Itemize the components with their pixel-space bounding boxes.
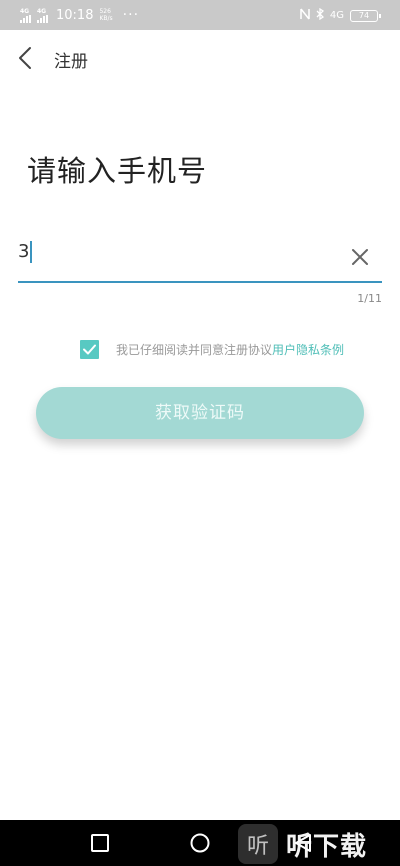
phone-heading: 请输入手机号 bbox=[27, 154, 208, 188]
circle-icon[interactable] bbox=[189, 832, 211, 854]
phone-input-field[interactable]: 3 bbox=[18, 233, 382, 283]
status-bar: 4G 4G 10:18 526 KB/s ··· 4G 74 bbox=[0, 0, 400, 30]
agree-checkbox[interactable] bbox=[80, 340, 99, 359]
speed-value: 526 bbox=[99, 8, 111, 15]
speed-unit: KB/s bbox=[99, 15, 113, 22]
signal-bars-icon bbox=[37, 14, 48, 23]
network-type-2: 4G bbox=[37, 7, 47, 15]
page-title: 注册 bbox=[54, 52, 88, 72]
more-notifications: ··· bbox=[122, 7, 140, 23]
nfc-icon bbox=[300, 8, 310, 23]
square-icon[interactable] bbox=[89, 832, 111, 854]
watermark: 听 听下载 bbox=[238, 822, 400, 866]
watermark-text: 听下载 bbox=[286, 831, 368, 862]
app-header: 注册 bbox=[0, 30, 400, 86]
get-verification-code-button[interactable]: 获取验证码 bbox=[36, 387, 364, 439]
phone-value: 3 bbox=[18, 241, 30, 262]
agreement-text: 我已仔细阅读并同意注册协议 bbox=[116, 343, 273, 357]
text-caret bbox=[30, 241, 33, 263]
signal-2: 4G bbox=[37, 8, 48, 23]
agreement-row: 我已仔细阅读并同意注册协议 用户隐私条例 bbox=[80, 340, 344, 359]
chevron-left-icon[interactable] bbox=[16, 46, 38, 70]
close-icon[interactable] bbox=[350, 247, 370, 267]
battery-icon: 74 bbox=[350, 9, 381, 22]
signal-1: 4G bbox=[20, 8, 31, 23]
char-counter: 1/11 bbox=[357, 292, 382, 305]
privacy-policy-link[interactable]: 用户隐私条例 bbox=[272, 341, 344, 358]
phone-input[interactable]: 3 bbox=[18, 241, 33, 263]
status-right: 4G 74 bbox=[300, 7, 381, 23]
network-type-right: 4G bbox=[329, 10, 344, 21]
battery-level: 74 bbox=[358, 10, 370, 20]
network-speed: 526 KB/s bbox=[99, 8, 112, 22]
clock: 10:18 bbox=[56, 7, 94, 23]
checkmark-icon bbox=[83, 344, 96, 355]
status-left: 4G 4G 10:18 526 KB/s ··· bbox=[20, 7, 139, 23]
bluetooth-icon bbox=[316, 7, 324, 23]
signal-bars-icon bbox=[20, 14, 31, 23]
watermark-logo: 听 bbox=[238, 824, 278, 864]
network-type-1: 4G bbox=[20, 7, 30, 15]
